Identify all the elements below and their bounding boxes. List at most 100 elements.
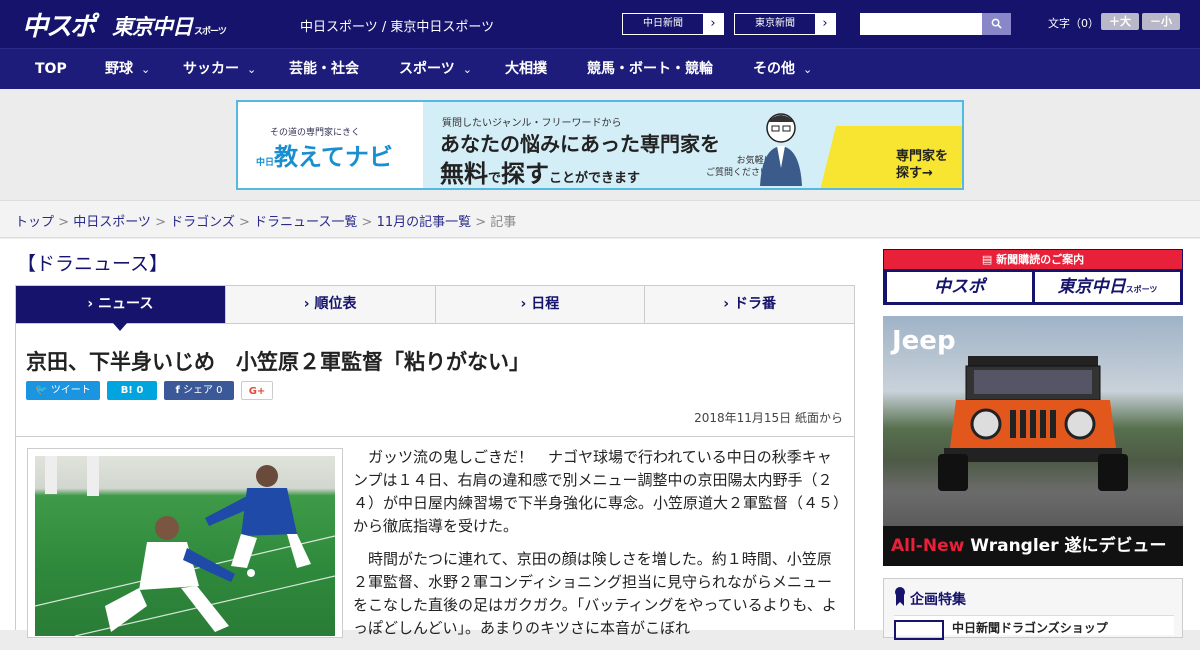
article-photo <box>35 456 335 636</box>
jeep-wrangler-ad[interactable]: Jeep All-New Wrangler 遂にデビュー <box>883 316 1183 566</box>
jeep-ad-model: Wrangler 遂にデビュー <box>964 536 1167 556</box>
nav-item-soccer[interactable]: サッカー ⌄ <box>183 49 256 90</box>
chuspo-logo[interactable]: 中スポ <box>22 6 96 43</box>
subscribe-chuspo-link[interactable]: 中スポ <box>887 272 1032 302</box>
chunichi-shimbun-link[interactable]: 中日新聞 › <box>622 13 724 35</box>
jeep-car-image <box>938 356 1128 491</box>
main-nav: TOP 野球 ⌄ サッカー ⌄ 芸能・社会 スポーツ ⌄ 大相撲 競馬・ボート・競輪 … <box>0 48 1200 89</box>
tab-label: ドラ番 <box>733 296 776 312</box>
feature-item-label: 中日新聞ドラゴンズショップ <box>952 621 1108 635</box>
chevron-right-icon: › <box>703 14 723 34</box>
tab-news[interactable]: › ニュース <box>16 286 225 331</box>
breadcrumb: トップ > 中日スポーツ > ドラゴンズ > ドラニュース一覧 > 11月の記事… <box>0 200 1200 238</box>
banner-line1: 質問したいジャンル・フリーワードから <box>442 118 622 129</box>
nav-label: 大相撲 <box>505 61 547 77</box>
search-input[interactable] <box>860 13 982 35</box>
nav-item-sumo[interactable]: 大相撲 <box>505 49 547 90</box>
ribbon-badge-icon <box>895 587 905 606</box>
search-icon <box>991 18 1002 29</box>
feature-item-dragons-shop[interactable]: 中日新聞ドラゴンズショップ <box>894 615 1174 640</box>
breadcrumb-chuspo[interactable]: 中日スポーツ <box>73 215 151 230</box>
tokyo-chunichi-logo-sub: スポーツ <box>194 27 227 37</box>
article: 京田、下半身いじめ 小笠原２軍監督「粘りがない」 🐦 ツイート B! 0 f シ… <box>15 324 855 638</box>
site-title: 中日スポーツ / 東京中日スポーツ <box>300 20 495 35</box>
breadcrumb-news-list[interactable]: ドラニュース一覧 <box>254 215 357 230</box>
content-area: 【ドラニュース】 › ニュース › 順位表 › 日程 › ドラ番 京田、下半身い… <box>0 239 1200 640</box>
tab-schedule[interactable]: › 日程 <box>434 286 645 323</box>
font-smaller-button[interactable]: －小 <box>1142 13 1180 30</box>
feature-title: 企画特集 <box>910 592 966 608</box>
breadcrumb-dragons[interactable]: ドラゴンズ <box>170 215 235 230</box>
nav-label: その他 <box>753 61 795 77</box>
chevron-right-icon: › <box>815 14 835 34</box>
google-plus-button[interactable]: G+ <box>241 381 273 400</box>
tab-dora-ban[interactable]: › ドラ番 <box>644 286 854 323</box>
breadcrumb-current: 記事 <box>490 215 517 230</box>
top-bar: 中スポ 東京中日 スポーツ 中日スポーツ / 東京中日スポーツ 中日新聞 › 東京… <box>0 0 1200 48</box>
facebook-icon: f <box>175 385 180 396</box>
article-photo-frame <box>27 448 343 638</box>
font-larger-button[interactable]: ＋大 <box>1101 13 1139 30</box>
consultant-illustration-icon <box>760 113 802 186</box>
banner-cta[interactable]: 専門家を 探す→ <box>896 148 948 182</box>
article-divider <box>16 436 854 437</box>
banner-brand-panel: その道の専門家にきく 中日教えてナビ <box>238 102 423 188</box>
facebook-share-label: シェア 0 <box>183 385 223 396</box>
chevron-down-icon: ⌄ <box>462 63 472 76</box>
nav-label: 野球 <box>105 61 133 77</box>
banner-line3a: 無料 <box>440 160 488 188</box>
tokyo-shimbun-link[interactable]: 東京新聞 › <box>734 13 836 35</box>
hatena-bookmark-button[interactable]: B! 0 <box>107 381 157 400</box>
breadcrumb-separator: > <box>234 215 255 230</box>
twitter-icon: 🐦 <box>35 385 48 396</box>
chevron-down-icon: ⌄ <box>141 63 151 76</box>
nav-label: TOP <box>35 61 67 77</box>
jeep-ad-new: All-New <box>891 536 965 556</box>
breadcrumb-separator: > <box>150 215 171 230</box>
breadcrumb-top[interactable]: トップ <box>15 215 54 230</box>
tab-label: 日程 <box>531 296 560 312</box>
tokyo-chunichi-logo-text: 東京中日 <box>112 15 193 39</box>
banner-area: その道の専門家にきく 中日教えてナビ 質問したいジャンル・フリーワードから あな… <box>0 89 1200 200</box>
chevron-down-icon: ⌄ <box>247 63 257 76</box>
article-headline: 京田、下半身いじめ 小笠原２軍監督「粘りがない」 <box>26 350 530 374</box>
subscribe-tokyo-chunichi-link[interactable]: 東京中日スポーツ <box>1035 272 1180 302</box>
chevron-down-icon: ⌄ <box>803 63 813 76</box>
tab-standings[interactable]: › 順位表 <box>224 286 435 323</box>
tweet-label: ツイート <box>50 385 91 396</box>
article-paragraph: 時間がたつに連れて、京田の顔は険しさを増した。約１時間、小笠原２軍監督、水野２軍… <box>353 550 837 637</box>
subscription-box: ▤ 新聞購読のご案内 中スポ 東京中日スポーツ <box>883 249 1183 305</box>
tokyo-shimbun-label: 東京新聞 <box>755 18 795 29</box>
practice-scene-image <box>35 456 335 636</box>
banner-brand: 中日教えてナビ <box>256 137 393 172</box>
breadcrumb-month[interactable]: 11月の記事一覧 <box>377 215 472 230</box>
jeep-ad-tagline: All-New Wrangler 遂にデビュー <box>883 526 1183 566</box>
jeep-logo: Jeep <box>892 326 956 356</box>
nav-item-other[interactable]: その他 ⌄ <box>753 49 812 90</box>
nav-label: サッカー <box>183 61 239 77</box>
search-button[interactable] <box>982 13 1011 35</box>
section-title: 【ドラニュース】 <box>17 253 169 275</box>
font-size-label: 文字（0） <box>1048 17 1099 30</box>
subscription-header-text: 新聞購読のご案内 <box>996 253 1085 266</box>
nav-item-entertainment[interactable]: 芸能・社会 <box>289 49 359 90</box>
feature-thumb <box>894 620 944 640</box>
tokyo-chunichi-logo[interactable]: 東京中日 スポーツ <box>112 11 227 41</box>
banner-brand-text: 教えてナビ <box>274 143 393 171</box>
nav-label: 競馬・ボート・競輪 <box>587 61 713 77</box>
chunichi-shimbun-label: 中日新聞 <box>643 18 683 29</box>
banner-line3c: 探す <box>501 160 550 188</box>
facebook-share-button[interactable]: f シェア 0 <box>164 381 234 400</box>
nav-label: スポーツ <box>399 61 455 77</box>
tweet-button[interactable]: 🐦 ツイート <box>26 381 100 400</box>
news-tabs: › ニュース › 順位表 › 日程 › ドラ番 <box>15 285 855 331</box>
breadcrumb-separator: > <box>54 215 74 230</box>
nav-item-sports[interactable]: スポーツ ⌄ <box>399 49 472 90</box>
tab-label: 順位表 <box>314 296 357 312</box>
nav-item-baseball[interactable]: 野球 ⌄ <box>105 49 150 90</box>
feature-box: 企画特集 中日新聞ドラゴンズショップ <box>883 578 1183 640</box>
banner-line3d: ことができます <box>549 171 641 186</box>
nav-item-racing[interactable]: 競馬・ボート・競輪 <box>587 49 713 90</box>
nav-item-top[interactable]: TOP <box>35 49 67 90</box>
oshiete-navi-banner[interactable]: その道の専門家にきく 中日教えてナビ 質問したいジャンル・フリーワードから あな… <box>236 100 964 190</box>
